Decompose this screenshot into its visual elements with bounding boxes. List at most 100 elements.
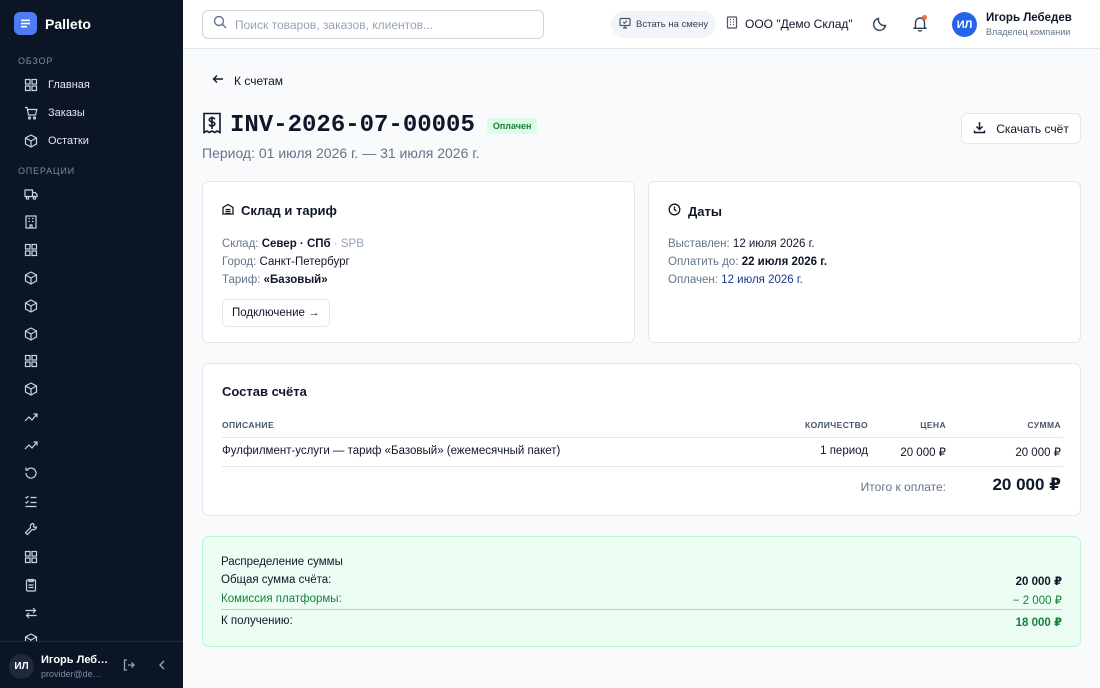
trend-icon: [24, 410, 38, 424]
column-header-description: ОПИСАНИЕ: [222, 420, 275, 430]
issued-value: 12 июля 2026 г.: [732, 238, 815, 250]
city-row: Город: Санкт-Петербург: [222, 256, 350, 268]
sidebar-item-operations-10[interactable]: [0, 459, 183, 487]
sidebar-item-operations-12[interactable]: [0, 515, 183, 543]
sidebar-item-label: Главная: [48, 79, 90, 91]
sidebar-item-operations-2[interactable]: [0, 236, 183, 264]
download-invoice-button[interactable]: Скачать счёт: [961, 113, 1081, 144]
clipboard-icon: [24, 578, 38, 592]
warehouse-row: Склад: Север · СПб · SPB: [222, 238, 364, 250]
company-switcher[interactable]: ООО "Демо Склад": [726, 16, 853, 32]
tariff-label: Тариф:: [222, 274, 261, 286]
sidebar-item-operations-13[interactable]: [0, 543, 183, 571]
notifications-bell-icon[interactable]: [912, 15, 928, 32]
theme-toggle-moon-icon[interactable]: [872, 16, 888, 37]
divider: [222, 437, 1063, 438]
grid-icon: [24, 354, 38, 368]
box-icon: [24, 382, 38, 396]
sidebar-item-operations-7[interactable]: [0, 375, 183, 403]
back-to-invoices-link[interactable]: К счетам: [212, 73, 283, 88]
back-label: К счетам: [234, 73, 284, 88]
distribution-title: Распределение суммы: [221, 556, 343, 568]
invoice-header: INV-2026-07-00005 Оплачен: [202, 112, 538, 139]
due-row: Оплатить до: 22 июля 2026 г.: [668, 256, 827, 268]
sidebar-item-operations-9[interactable]: [0, 431, 183, 459]
receive-label: К получению:: [221, 615, 293, 627]
checklist-icon: [24, 494, 38, 508]
monitor-icon: [619, 17, 631, 32]
column-header-quantity: КОЛИЧЕСТВО: [805, 420, 868, 430]
invoice-number: INV-2026-07-00005: [230, 112, 475, 139]
sidebar-item-operations-6[interactable]: [0, 347, 183, 375]
sidebar-item-overview-2[interactable]: Остатки: [0, 127, 183, 155]
paid-value: 12 июля 2026 г.: [721, 274, 803, 286]
sidebar-item-overview-1[interactable]: Заказы: [0, 99, 183, 127]
start-shift-button[interactable]: Встать на смену: [611, 11, 717, 38]
brand-logo-icon: [14, 12, 37, 35]
sidebar: Palleto ОБЗОР Главная Заказы Остатки ОПЕРА…: [0, 0, 183, 688]
sidebar-item-operations-8[interactable]: [0, 403, 183, 431]
sidebar-item-operations-11[interactable]: [0, 487, 183, 515]
composition-title: Состав счёта: [222, 384, 307, 399]
row-description: Фулфилмент-услуги — тариф «Базовый» (еже…: [222, 445, 561, 457]
row-sum: 20 000 ₽: [1015, 447, 1061, 459]
topbar: Встать на смену ООО "Демо Склад" ИЛ Игор…: [183, 0, 1100, 49]
avatar[interactable]: ИЛ: [952, 12, 977, 37]
divider: [221, 609, 1062, 610]
box-icon: [24, 298, 38, 313]
brand[interactable]: Palleto: [14, 12, 91, 35]
row-price: 20 000 ₽: [900, 447, 946, 459]
truck-icon: [24, 187, 38, 201]
city-label: Город:: [222, 256, 257, 268]
invoice-period: Период: 01 июля 2026 г. — 31 июля 2026 г…: [202, 145, 480, 161]
receive-value: 18 000 ₽: [1015, 617, 1062, 629]
search-box[interactable]: [202, 10, 544, 39]
start-shift-label: Встать на смену: [636, 19, 709, 30]
sidebar-item-operations-5[interactable]: [0, 320, 183, 348]
divider: [222, 466, 1063, 467]
distribution-total-label: Общая сумма счёта:: [221, 574, 332, 586]
dates-card-title: Даты: [688, 203, 722, 219]
commission-row: Комиссия платформы: − 2 000 ₽: [221, 593, 1062, 607]
warehouse-tariff-card: Склад и тариф Склад: Север · СПб · SPB Г…: [202, 181, 635, 343]
company-name: ООО "Демо Склад": [745, 17, 853, 31]
receive-row: К получению: 18 000 ₽: [221, 615, 1062, 629]
warehouse-code: · SPB: [333, 238, 364, 250]
amount-distribution-panel: Распределение суммы Общая сумма счёта: 2…: [202, 536, 1081, 647]
due-label: Оплатить до:: [668, 256, 739, 268]
sidebar-item-operations-4[interactable]: [0, 292, 183, 320]
total-label: Итого к оплате:: [860, 480, 946, 494]
sidebar-item-operations-1[interactable]: [0, 208, 183, 236]
sidebar-item-operations-3[interactable]: [0, 264, 183, 292]
invoice-composition-card: Состав счёта ОПИСАНИЕ КОЛИЧЕСТВО ЦЕНА СУ…: [202, 363, 1081, 516]
sidebar-item-operations-0[interactable]: [0, 180, 183, 208]
logout-icon[interactable]: [122, 658, 136, 677]
sidebar-item-operations-14[interactable]: [0, 571, 183, 599]
connection-button[interactable]: Подключение →: [222, 299, 330, 327]
sidebar-user-name: Игорь Лебедев: [41, 654, 111, 666]
warehouse-value: Север · СПб: [261, 238, 331, 250]
clock-icon: [668, 203, 681, 219]
status-badge: Оплачен: [486, 117, 538, 134]
paid-row: Оплачен: 12 июля 2026 г.: [668, 274, 803, 286]
building-icon: [24, 215, 38, 229]
avatar[interactable]: ИЛ: [9, 654, 34, 679]
row-quantity: 1 период: [820, 445, 868, 457]
column-header-sum: СУММА: [1027, 420, 1061, 430]
warehouse-card-title: Склад и тариф: [241, 203, 337, 218]
rotate-icon: [24, 466, 38, 480]
commission-label: Комиссия платформы:: [221, 593, 342, 605]
collapse-sidebar-icon[interactable]: [156, 658, 168, 677]
column-header-price: ЦЕНА: [920, 420, 946, 430]
sidebar-item-overview-0[interactable]: Главная: [0, 71, 183, 99]
search-input[interactable]: [235, 17, 525, 32]
wrench-icon: [24, 522, 38, 536]
invoice-dollar-icon: [202, 112, 222, 139]
sidebar-user-email: provider@demo.ru: [41, 669, 109, 679]
nav-section-operations: ОПЕРАЦИИ: [18, 166, 75, 176]
user-name: Игорь Лебедев: [986, 12, 1072, 24]
search-icon: [213, 15, 227, 34]
city-value: Санкт-Петербург: [259, 256, 350, 268]
grid-icon: [24, 550, 38, 564]
sidebar-item-operations-15[interactable]: [0, 599, 183, 627]
